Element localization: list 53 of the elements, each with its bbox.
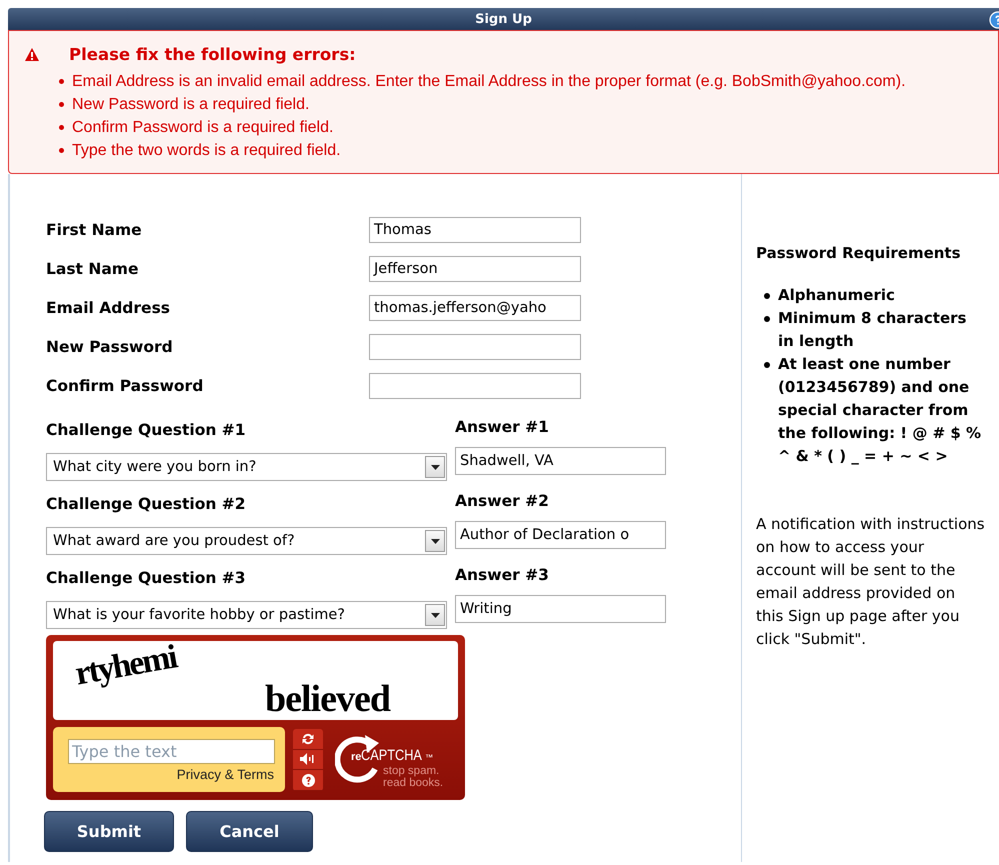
sidebar-heading: Password Requirements <box>756 244 962 262</box>
requirement-text: At least one number (0123456789) and one special character from the following: ! @ # $ % ^ & * ( ) _ = + ~ < > <box>778 354 982 467</box>
answer-field[interactable]: Author of Declaration o <box>455 521 666 549</box>
answer-label: Answer #1 <box>455 417 550 438</box>
requirement-text: Alphanumeric <box>778 285 895 306</box>
privacy-terms-link[interactable]: Privacy & Terms <box>176 766 274 782</box>
captcha-tagline: stop spam. <box>383 764 440 777</box>
question-dropdown[interactable]: What award are you proudest of? <box>46 527 447 555</box>
caret-icon[interactable] <box>425 456 445 478</box>
error-message: Type the two words is a required field. <box>72 142 341 160</box>
field-label: Email Address <box>46 298 172 316</box>
captcha-input[interactable]: Type the text <box>68 738 275 764</box>
cancel-button[interactable]: Cancel <box>186 811 313 852</box>
captcha-word: believed <box>265 677 390 720</box>
input-field[interactable] <box>369 372 581 398</box>
input-field[interactable] <box>369 334 581 360</box>
field-label: First Name <box>46 220 143 238</box>
bullet-icon <box>764 316 770 322</box>
captcha-word: rtyhemi <box>72 641 179 694</box>
warning-icon <box>25 48 39 61</box>
bullet-icon <box>764 293 770 299</box>
input-field[interactable]: Thomas <box>369 216 581 242</box>
window-title: Sign Up <box>475 12 532 26</box>
bullet-icon <box>59 148 64 153</box>
bullet-icon <box>59 79 64 84</box>
answer-label: Answer #3 <box>455 565 550 586</box>
field-label: Confirm Password <box>46 376 204 394</box>
input-field[interactable]: Jefferson <box>369 256 581 282</box>
error-message: New Password is a required field. <box>72 96 310 114</box>
requirement-text: Minimum 8 characters in length <box>778 308 968 352</box>
question-dropdown[interactable]: What city were you born in? <box>46 453 447 481</box>
question-dropdown[interactable]: What is your favorite hobby or pastime? <box>46 601 447 629</box>
bullet-icon <box>764 362 770 368</box>
notification-text: A notification with instructions on how to access your account will be sent to the email address provided on this Sign up page after you click "Submit". <box>756 514 986 650</box>
question-label: Challenge Question #3 <box>46 568 247 589</box>
caret-icon[interactable] <box>425 530 445 552</box>
captcha-tagline: read books. <box>383 776 444 789</box>
answer-field[interactable]: Writing <box>455 595 666 623</box>
answer-field[interactable]: Shadwell, VA <box>455 447 666 475</box>
field-label: New Password <box>46 338 174 356</box>
bullet-icon <box>59 102 64 107</box>
captcha-logo: reCAPTCHA ™ <box>351 746 434 764</box>
input-field[interactable]: thomas.jefferson@yaho <box>369 294 581 320</box>
question-label: Challenge Question #2 <box>46 494 247 515</box>
submit-button[interactable]: Submit <box>44 811 174 852</box>
bullet-icon <box>59 125 64 130</box>
error-message: Email Address is an invalid email address. Enter the Email Address in the proper format (e.g. BobSmith@yahoo.com). <box>72 72 906 90</box>
caret-icon[interactable] <box>425 604 445 626</box>
question-label: Challenge Question #1 <box>46 420 247 441</box>
error-heading: Please fix the following errors: <box>69 45 356 64</box>
error-message: Confirm Password is a required field. <box>72 118 334 136</box>
answer-label: Answer #2 <box>455 491 550 512</box>
field-label: Last Name <box>46 260 140 278</box>
